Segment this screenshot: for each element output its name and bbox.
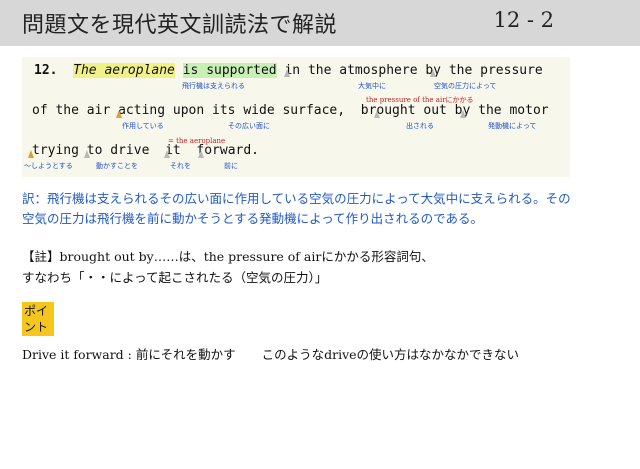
annotation-sore: それを — [170, 162, 191, 170]
annotation-hiroi-men: その広い面に — [228, 122, 270, 130]
gap-marker — [460, 110, 466, 118]
translation-text: 訳：飛行機は支えられるその広い面に作用している空気の圧力によって大気中に支えられ… — [22, 191, 571, 226]
annotation-hikouki: 飛行機は支えられる — [182, 82, 245, 90]
sentence-number: 12. — [34, 63, 58, 78]
note-line-1: 【註】brought out by……は、the pressure of air… — [22, 249, 434, 264]
note-line-2: すなわち「・・によって起こされたる（空気の圧力）」 — [22, 270, 328, 285]
annotation-sayou: 作用している — [122, 122, 164, 130]
word-of-the-air: of the air — [32, 103, 111, 118]
sentence-line-3: trying to drive it forward. — [32, 143, 259, 158]
word-by-the-motor: by the motor — [454, 103, 549, 118]
gap-marker — [430, 69, 436, 77]
gap-marker — [284, 69, 290, 77]
page-number: 12 - 2 — [493, 8, 554, 32]
point-badge: ポイント — [22, 302, 54, 336]
annotation-kuuki-atsuryoku: 空気の圧力によって — [434, 82, 497, 90]
page-title: 問題文を現代英文訓読法で解説 — [22, 13, 338, 38]
gap-marker — [84, 150, 90, 158]
word-trying: trying — [32, 143, 79, 158]
note-block: 【註】brought out by……は、the pressure of air… — [22, 246, 612, 288]
annotation-hatsudouki: 発動機によって — [488, 122, 537, 130]
gap-marker — [116, 110, 122, 118]
gap-marker — [198, 150, 204, 158]
drive-comment: このようなdriveの使い方はなかなかできない — [261, 347, 520, 362]
sentence-panel: 12. The aeroplane is supported in the at… — [22, 57, 570, 177]
sentence-line-2: of the air acting upon its wide surface,… — [32, 103, 549, 118]
annotation-mae: 前に — [224, 162, 238, 170]
header-bar: 問題文を現代英文訓読法で解説 12 - 2 — [0, 0, 640, 46]
word-acting-upon: acting upon its wide surface, — [118, 103, 346, 118]
gap-marker — [164, 150, 170, 158]
annotation-dasareru: 出される — [406, 122, 434, 130]
gap-marker — [28, 150, 34, 158]
word-is-supported: is supported — [182, 63, 277, 78]
word-the-aeroplane: The aeroplane — [73, 63, 175, 78]
gap-marker — [374, 110, 380, 118]
annotation-taikichuu: 大気中に — [358, 82, 386, 90]
annotation-shiyou: 〜しようとする — [24, 162, 73, 170]
drive-explanation: Drive it forward : 前にそれを動かす このようなdriveの使い… — [22, 344, 519, 363]
word-by-the-pressure: by the pressure — [425, 63, 543, 78]
word-in-the-atmosphere: in the atmosphere — [284, 63, 418, 78]
drive-phrase: Drive it forward : 前にそれを動かす — [22, 347, 236, 362]
word-forward: forward. — [196, 143, 260, 158]
annotation-ugokasu: 動かすことを — [96, 162, 138, 170]
word-to-drive: to drive — [86, 143, 150, 158]
